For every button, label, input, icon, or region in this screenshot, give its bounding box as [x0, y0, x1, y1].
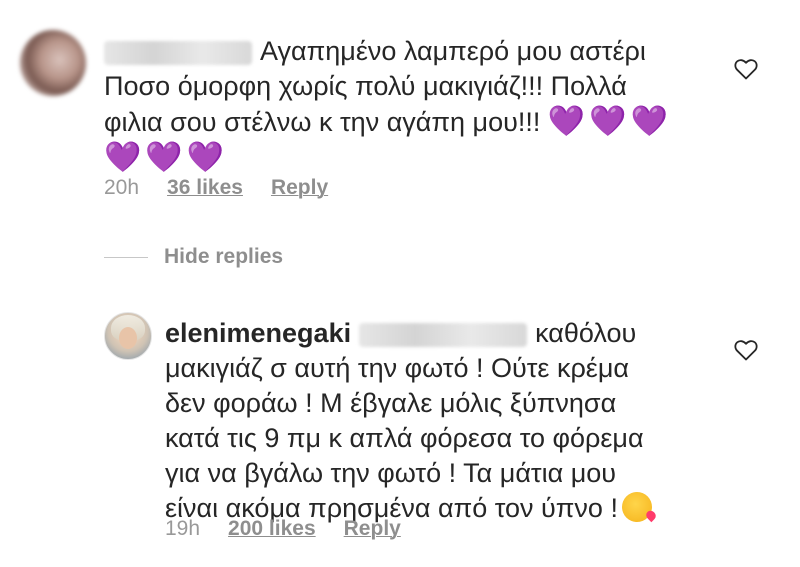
comment-text: elenimenegaki καθόλου μακιγιάζ σ αυτή την… — [165, 316, 705, 526]
comment-text: Αγαπημένο λαμπερό μου αστέρι Ποσο όμορφη… — [104, 34, 704, 176]
comment-line: καθόλου — [535, 318, 637, 348]
comment-time: 20h — [104, 176, 140, 199]
comment-line: Ποσο όμορφη χωρίς πολύ μακιγιάζ!!! Πολλά — [104, 71, 627, 101]
likes-link[interactable]: 36 likes — [167, 176, 243, 199]
hide-replies-button[interactable]: Hide replies — [104, 245, 283, 269]
likes-link[interactable]: 200 likes — [228, 517, 316, 540]
purple-heart-emoji: 💜💜💜 — [104, 140, 229, 175]
like-heart-icon[interactable] — [734, 339, 758, 361]
comment-meta: 20h 36 likes Reply — [104, 176, 356, 200]
replies-divider — [104, 256, 148, 258]
comment-line: για να βγάλω την φωτό ! Τα μάτια μου — [165, 458, 617, 488]
username-link[interactable]: elenimenegaki — [165, 318, 351, 348]
comment-line: κατά τις 9 πμ κ απλά φόρεσα το φόρεμα — [165, 423, 644, 453]
comment-line: Αγαπημένο λαμπερό μου αστέρι — [260, 36, 646, 66]
comment-line: φιλια σου στέλνω κ την αγάπη μου!!! — [104, 107, 541, 137]
like-heart-icon[interactable] — [734, 58, 758, 80]
comment-time: 19h — [165, 517, 201, 540]
purple-heart-emoji: 💜💜💜 — [547, 104, 672, 139]
reply-button[interactable]: Reply — [271, 176, 328, 199]
comment-meta: 19h 200 likes Reply — [165, 517, 429, 541]
hide-replies-label: Hide replies — [164, 245, 284, 268]
avatar[interactable] — [104, 312, 152, 360]
kiss-emoji-icon — [621, 492, 652, 522]
avatar[interactable] — [20, 30, 86, 96]
reply-button[interactable]: Reply — [344, 517, 401, 540]
comment-line: μακιγιάζ σ αυτή την φωτό ! Ούτε κρέμα — [165, 353, 630, 383]
comment-line: δεν φοράω ! Μ έβγαλε μόλις ξύπνησα — [165, 388, 617, 418]
redacted-mention[interactable] — [359, 322, 528, 347]
redacted-username[interactable] — [104, 40, 252, 65]
